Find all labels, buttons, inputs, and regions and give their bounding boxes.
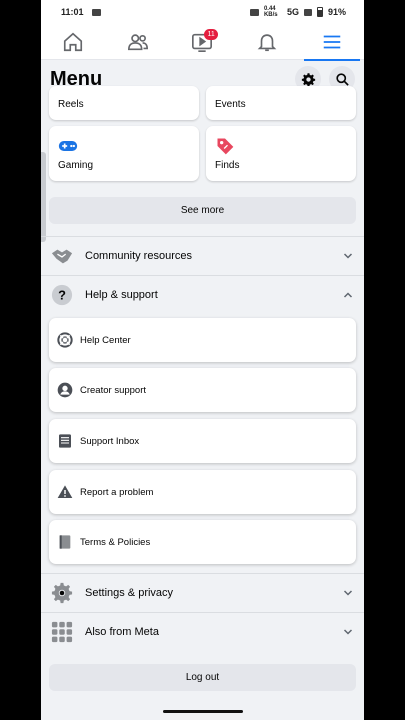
video-badge: 11 [204,28,218,40]
creator-icon [57,382,73,398]
logout-button[interactable]: Log out [49,664,356,691]
shortcut-label: Gaming [58,160,94,171]
home-icon [64,32,83,51]
section-also-from-meta[interactable]: Also from Meta [41,613,364,651]
section-label: Help & support [85,289,158,301]
chevron-down-icon [343,629,353,635]
support-inbox-item[interactable]: Support Inbox [49,419,356,463]
nav-friends[interactable] [118,24,158,60]
shortcut-finds[interactable]: Finds [206,126,356,181]
handshake-icon [51,245,73,267]
chevron-up-icon [343,292,353,298]
section-settings-privacy[interactable]: Settings & privacy [41,574,364,612]
grid-icon [51,621,73,643]
media-icon [91,8,101,16]
book-icon [57,534,73,550]
see-more-button[interactable]: See more [49,197,356,224]
nav-menu[interactable] [303,24,360,61]
section-community-resources[interactable]: Community resources [41,237,364,275]
cast-icon [249,8,259,16]
signal-icon [303,8,312,16]
nav-video[interactable]: 11 [182,24,222,60]
help-item-label: Terms & Policies [80,536,151,548]
help-item-label: Help Center [80,334,131,346]
help-item-label: Report a problem [80,486,154,498]
gear-icon [301,72,315,86]
report-problem-item[interactable]: Report a problem [49,470,356,514]
status-time: 11:01 [61,7,84,17]
shortcut-events[interactable]: Events [206,86,356,120]
top-navigation: 11 [41,24,364,61]
section-label: Also from Meta [85,626,159,638]
lifebuoy-icon [57,332,73,348]
menu-icon [323,35,340,48]
scroll-handle[interactable] [41,152,46,242]
shortcut-reels[interactable]: Reels [49,86,199,120]
chevron-down-icon [343,253,353,259]
shortcut-gaming[interactable]: Gaming [49,126,199,181]
creator-support-item[interactable]: Creator support [49,368,356,412]
tag-icon [217,138,234,155]
battery-level: 91% [327,7,346,17]
friends-icon [127,33,148,50]
warning-icon [57,484,73,500]
svg-text:?: ? [58,288,66,303]
inbox-icon [57,433,73,449]
nav-notifications[interactable] [247,24,287,60]
section-help-support[interactable]: ? Help & support [41,276,364,314]
status-bar: 11:01 0.44 KB/s 5G 91% [41,0,364,24]
help-center-item[interactable]: Help Center [49,318,356,362]
section-label: Community resources [85,250,192,262]
gear-icon [51,582,73,604]
gamepad-icon [58,141,78,151]
question-icon: ? [51,284,73,306]
net-speed: 0.44 KB/s [263,6,278,18]
help-item-label: Creator support [80,384,147,396]
battery-icon [316,7,323,17]
bell-icon [257,33,277,51]
section-label: Settings & privacy [85,587,174,599]
home-indicator[interactable] [163,710,243,713]
shortcut-label: Reels [58,99,84,110]
network-type: 5G [286,7,299,17]
shortcut-label: Finds [215,160,240,171]
help-item-label: Support Inbox [80,435,140,447]
search-icon [335,72,349,86]
shortcut-label: Events [215,99,246,110]
chevron-down-icon [343,590,353,596]
phone-screen: 11:01 0.44 KB/s 5G 91% 11 Menu Reels Eve… [41,0,364,720]
terms-policies-item[interactable]: Terms & Policies [49,520,356,564]
nav-home[interactable] [53,24,93,60]
